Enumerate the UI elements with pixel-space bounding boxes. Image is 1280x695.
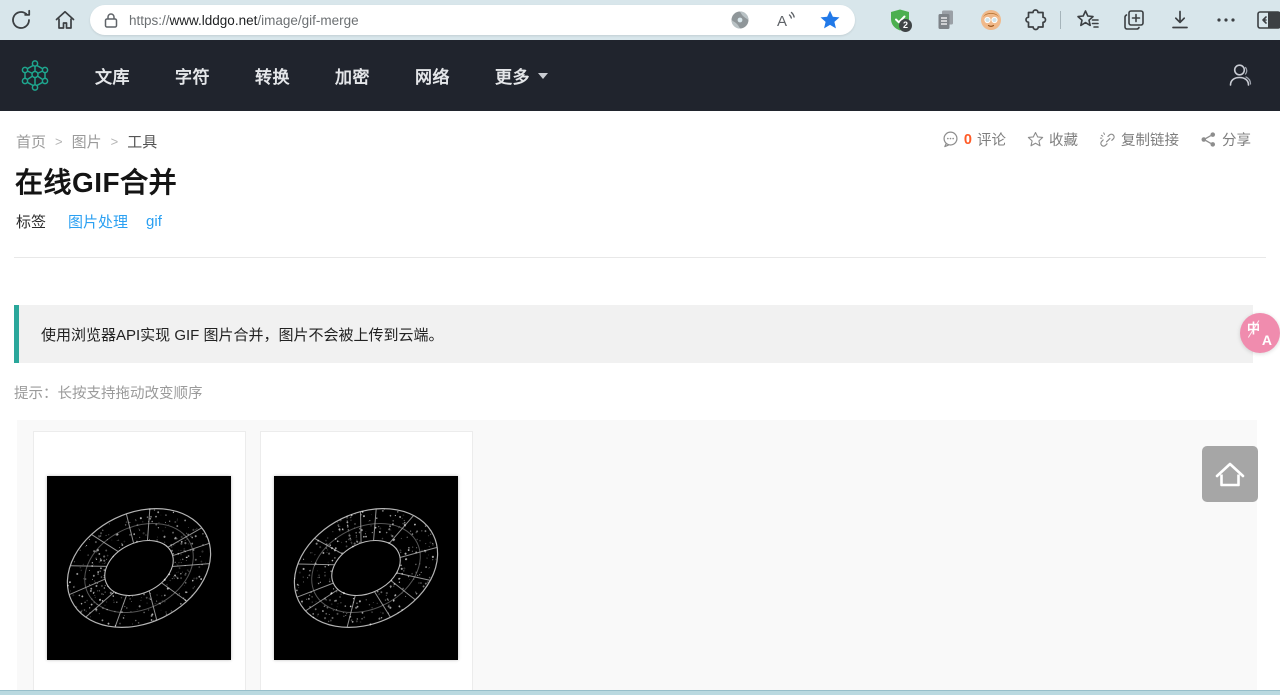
- copy-link-icon: [1099, 132, 1115, 147]
- download-icon: [1172, 10, 1188, 29]
- share-nodes-icon: [1201, 132, 1216, 147]
- lock-icon[interactable]: [104, 12, 118, 29]
- browser-toolbar: https://www.lddgo.net/image/gif-merge A …: [0, 0, 1280, 40]
- read-aloud-icon[interactable]: A: [774, 9, 796, 31]
- share-action[interactable]: 分享: [1200, 129, 1251, 150]
- tag-image-processing[interactable]: 图片处理: [68, 211, 128, 232]
- nav-item-wangluo[interactable]: 网络: [415, 63, 450, 88]
- ellipsis-icon: [1217, 18, 1235, 22]
- gif-frame-image-1: [47, 476, 231, 660]
- comments-count: 0: [963, 131, 972, 148]
- copy-link-action[interactable]: 复制链接: [1099, 129, 1179, 150]
- favorites-hub-button[interactable]: [1076, 8, 1100, 32]
- bottom-accent-bar: [0, 690, 1280, 695]
- url-text: https://www.lddgo.net/image/gif-merge: [129, 13, 359, 28]
- pinwheel-icon[interactable]: [729, 9, 751, 31]
- comments-label: 评论: [977, 133, 1006, 149]
- breadcrumb-home[interactable]: 首页: [16, 131, 46, 152]
- comment-bubble-icon: [943, 131, 958, 148]
- screenshot-root: https://www.lddgo.net/image/gif-merge A …: [0, 0, 1280, 695]
- star-outline-icon: [1027, 131, 1044, 147]
- collections-button[interactable]: [1122, 8, 1146, 32]
- page-actions: 0 评论 收藏 复制链接 分享: [942, 129, 1251, 150]
- site-logo[interactable]: [20, 58, 50, 93]
- nav-item-zhuanhuan[interactable]: 转换: [255, 63, 290, 88]
- pages-icon: [938, 10, 953, 29]
- toolbar-divider: [1060, 11, 1061, 29]
- drag-tip: 提示：长按支持拖动改变顺序: [14, 386, 203, 402]
- nav-item-zifu[interactable]: 字符: [175, 63, 210, 88]
- page-title: 在线GIF合并: [15, 167, 178, 198]
- tag-gif[interactable]: gif: [146, 213, 162, 230]
- favorite-star-icon[interactable]: [819, 9, 841, 31]
- house-icon: [1215, 462, 1245, 487]
- nav-item-more[interactable]: 更多: [495, 63, 548, 88]
- comments-action[interactable]: 0 评论: [942, 129, 1006, 150]
- gif-frame-card-1[interactable]: [33, 431, 246, 695]
- downloads-button[interactable]: [1168, 8, 1192, 32]
- back-home-fab-button[interactable]: [1202, 446, 1258, 502]
- nav-menu: 文库 字符 转换 加密 网络 更多: [95, 40, 548, 111]
- url-scheme: https://: [129, 12, 170, 28]
- user-icon: [1229, 64, 1252, 86]
- breadcrumb-separator: >: [55, 134, 63, 149]
- favorite-label: 收藏: [1049, 133, 1078, 149]
- shield-badge: 2: [899, 19, 912, 32]
- collections-icon: [1124, 10, 1144, 30]
- breadcrumb-image[interactable]: 图片: [72, 131, 102, 152]
- refresh-button[interactable]: [9, 8, 33, 32]
- puzzle-icon: [1025, 9, 1047, 31]
- gif-frame-list: [17, 420, 1257, 695]
- star-list-icon: [1077, 10, 1099, 28]
- nav-item-jiami[interactable]: 加密: [335, 63, 370, 88]
- breadcrumb: 首页 > 图片 > 工具: [16, 131, 157, 152]
- tags-label: 标签: [16, 214, 47, 231]
- chevron-down-icon: [538, 72, 548, 79]
- site-navbar: 文库 字符 转换 加密 网络 更多: [0, 40, 1280, 111]
- notice-text: 使用浏览器API实现 GIF 图片合并，图片不会被上传到云端。: [41, 326, 444, 344]
- extensions-button[interactable]: [1024, 8, 1048, 32]
- breadcrumb-separator: >: [110, 134, 119, 149]
- favorite-action[interactable]: 收藏: [1027, 129, 1078, 150]
- home-icon: [55, 10, 75, 29]
- section-divider: [14, 257, 1266, 258]
- notice-banner: 使用浏览器API实现 GIF 图片合并，图片不会被上传到云端。: [14, 305, 1253, 363]
- svg-text:A: A: [777, 13, 787, 30]
- home-button[interactable]: [53, 8, 77, 32]
- nav-item-wenku[interactable]: 文库: [95, 63, 130, 88]
- nav-item-more-label: 更多: [495, 68, 530, 87]
- sidebar-toggle-button[interactable]: [1256, 8, 1280, 32]
- user-account-button[interactable]: [1226, 61, 1254, 89]
- translate-zh-glyph: 中: [1247, 321, 1261, 336]
- profile-avatar-button[interactable]: [979, 8, 1003, 32]
- gif-frame-card-2[interactable]: [260, 431, 473, 695]
- pages-button[interactable]: [934, 8, 958, 32]
- url-path: /image/gif-merge: [257, 12, 359, 28]
- sidebar-panel-icon: [1257, 11, 1280, 29]
- gif-frame-image-2: [274, 476, 458, 660]
- tracking-shield-button[interactable]: 2: [888, 8, 912, 32]
- breadcrumb-tool[interactable]: 工具: [127, 131, 157, 152]
- avatar-icon: [981, 10, 1001, 30]
- share-label: 分享: [1222, 133, 1251, 149]
- copy-link-label: 复制链接: [1121, 133, 1179, 149]
- address-bar[interactable]: https://www.lddgo.net/image/gif-merge A: [90, 5, 855, 35]
- url-domain: www.lddgo.net: [169, 12, 258, 28]
- translate-en-glyph: A: [1261, 332, 1272, 348]
- settings-more-button[interactable]: [1214, 8, 1238, 32]
- refresh-icon: [12, 9, 31, 29]
- translate-fab-button[interactable]: 中 A: [1240, 313, 1280, 353]
- tags-row: 标签 图片处理 gif: [16, 211, 162, 232]
